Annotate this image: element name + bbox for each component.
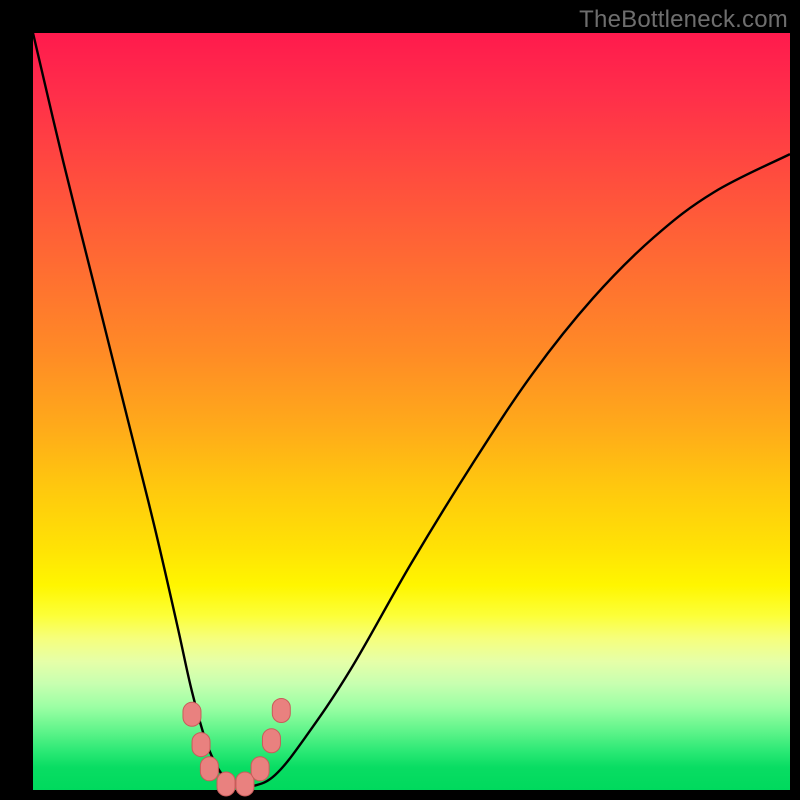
marker-bead <box>217 772 235 796</box>
highlight-markers <box>183 699 290 796</box>
marker-bead <box>272 699 290 723</box>
watermark-text: TheBottleneck.com <box>579 6 788 34</box>
plot-area <box>33 33 790 790</box>
marker-bead <box>200 757 218 781</box>
chart-frame: TheBottleneck.com <box>0 0 800 800</box>
marker-bead <box>183 702 201 726</box>
curve-layer <box>33 33 790 790</box>
marker-bead <box>192 733 210 757</box>
marker-bead <box>262 729 280 753</box>
marker-bead <box>236 772 254 796</box>
marker-bead <box>251 757 269 781</box>
bottleneck-curve <box>33 33 790 788</box>
